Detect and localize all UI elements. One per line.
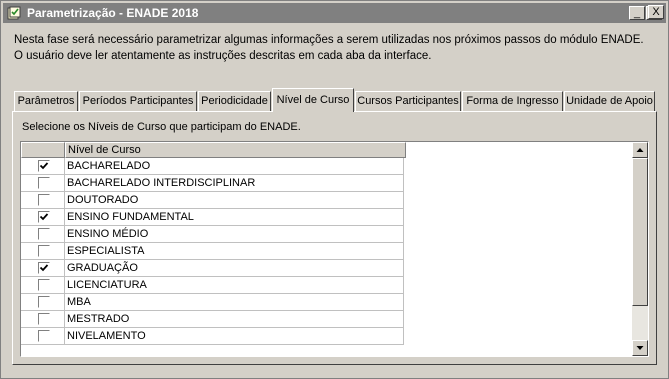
row-label: GRADUAÇÃO bbox=[65, 260, 404, 277]
intro-line-1: Nesta fase será necessário parametrizar … bbox=[14, 34, 644, 46]
table-row[interactable]: NIVELAMENTO bbox=[21, 328, 406, 345]
intro-line-2: O usuário deve ler atentamente as instru… bbox=[14, 50, 432, 62]
row-checkbox[interactable] bbox=[38, 296, 50, 308]
table-row[interactable]: ENSINO FUNDAMENTAL bbox=[21, 209, 406, 226]
row-check-cell[interactable] bbox=[21, 311, 65, 328]
tab-strip: Parâmetros Períodos Participantes Period… bbox=[12, 88, 658, 112]
scroll-up-arrow-icon bbox=[636, 148, 644, 152]
table-row[interactable]: DOUTORADO bbox=[21, 192, 406, 209]
scroll-up-button[interactable] bbox=[632, 142, 648, 158]
table-row[interactable]: ENSINO MÉDIO bbox=[21, 226, 406, 243]
scroll-down-button[interactable] bbox=[632, 340, 648, 356]
scroll-down-arrow-icon bbox=[636, 346, 644, 350]
row-check-cell[interactable] bbox=[21, 209, 65, 226]
tab-forma-de-ingresso[interactable]: Forma de Ingresso bbox=[462, 91, 563, 111]
table-row[interactable]: LICENCIATURA bbox=[21, 277, 406, 294]
checkmark-icon bbox=[39, 162, 49, 170]
row-checkbox[interactable] bbox=[38, 262, 50, 274]
row-check-cell[interactable] bbox=[21, 294, 65, 311]
scroll-thumb[interactable] bbox=[632, 158, 648, 306]
checkmark-icon bbox=[39, 213, 49, 221]
close-button[interactable]: X bbox=[648, 5, 664, 19]
grid-header: Nível de Curso bbox=[21, 142, 406, 158]
row-check-cell[interactable] bbox=[21, 158, 65, 175]
row-checkbox[interactable] bbox=[38, 279, 50, 291]
row-checkbox[interactable] bbox=[38, 330, 50, 342]
row-label: MBA bbox=[65, 294, 404, 311]
checkmark-icon bbox=[39, 264, 49, 272]
row-label: NIVELAMENTO bbox=[65, 328, 404, 345]
row-checkbox[interactable] bbox=[38, 177, 50, 189]
table-row[interactable]: ESPECIALISTA bbox=[21, 243, 406, 260]
tab-periodos-participantes[interactable]: Períodos Participantes bbox=[79, 91, 197, 111]
row-check-cell[interactable] bbox=[21, 175, 65, 192]
row-checkbox[interactable] bbox=[38, 194, 50, 206]
row-label: ESPECIALISTA bbox=[65, 243, 404, 260]
row-label: BACHARELADO bbox=[65, 158, 404, 175]
tab-parametros[interactable]: Parâmetros bbox=[14, 91, 78, 111]
tab-cursos-participantes[interactable]: Cursos Participantes bbox=[355, 91, 461, 111]
row-label: ENSINO FUNDAMENTAL bbox=[65, 209, 404, 226]
row-check-cell[interactable] bbox=[21, 260, 65, 277]
row-check-cell[interactable] bbox=[21, 226, 65, 243]
row-check-cell[interactable] bbox=[21, 277, 65, 294]
tab-periodicidade[interactable]: Periodicidade bbox=[198, 91, 271, 111]
row-label: DOUTORADO bbox=[65, 192, 404, 209]
table-row[interactable]: MBA bbox=[21, 294, 406, 311]
table-row[interactable]: BACHARELADO INTERDISCIPLINAR bbox=[21, 175, 406, 192]
window-title: Parametrização - ENADE 2018 bbox=[27, 6, 199, 20]
row-checkbox[interactable] bbox=[38, 211, 50, 223]
row-check-cell[interactable] bbox=[21, 192, 65, 209]
row-check-cell[interactable] bbox=[21, 328, 65, 345]
app-window-icon bbox=[7, 6, 21, 20]
header-nivel-de-curso[interactable]: Nível de Curso bbox=[65, 142, 406, 158]
row-label: BACHARELADO INTERDISCIPLINAR bbox=[65, 175, 404, 192]
tab-unidade-de-apoio[interactable]: Unidade de Apoio bbox=[564, 91, 655, 111]
row-checkbox[interactable] bbox=[38, 245, 50, 257]
row-checkbox[interactable] bbox=[38, 228, 50, 240]
tab-nivel-de-curso[interactable]: Nível de Curso bbox=[272, 88, 354, 112]
row-label: ENSINO MÉDIO bbox=[65, 226, 404, 243]
table-row[interactable]: BACHARELADO bbox=[21, 158, 406, 175]
vertical-scrollbar[interactable] bbox=[632, 142, 648, 356]
table-row[interactable]: MESTRADO bbox=[21, 311, 406, 328]
row-checkbox[interactable] bbox=[38, 160, 50, 172]
nivel-curso-grid[interactable]: Nível de Curso BACHARELADO BACHARELADO IN… bbox=[20, 141, 649, 357]
row-check-cell[interactable] bbox=[21, 243, 65, 260]
panel-instruction: Selecione os Níveis de Curso que partici… bbox=[22, 121, 301, 133]
title-bar[interactable]: Parametrização - ENADE 2018 _ □ bbox=[3, 3, 666, 23]
row-checkbox[interactable] bbox=[38, 313, 50, 325]
row-label: MESTRADO bbox=[65, 311, 404, 328]
table-row[interactable]: GRADUAÇÃO bbox=[21, 260, 406, 277]
minimize-button[interactable]: _ bbox=[629, 6, 645, 20]
header-check-column[interactable] bbox=[21, 142, 65, 158]
row-label: LICENCIATURA bbox=[65, 277, 404, 294]
